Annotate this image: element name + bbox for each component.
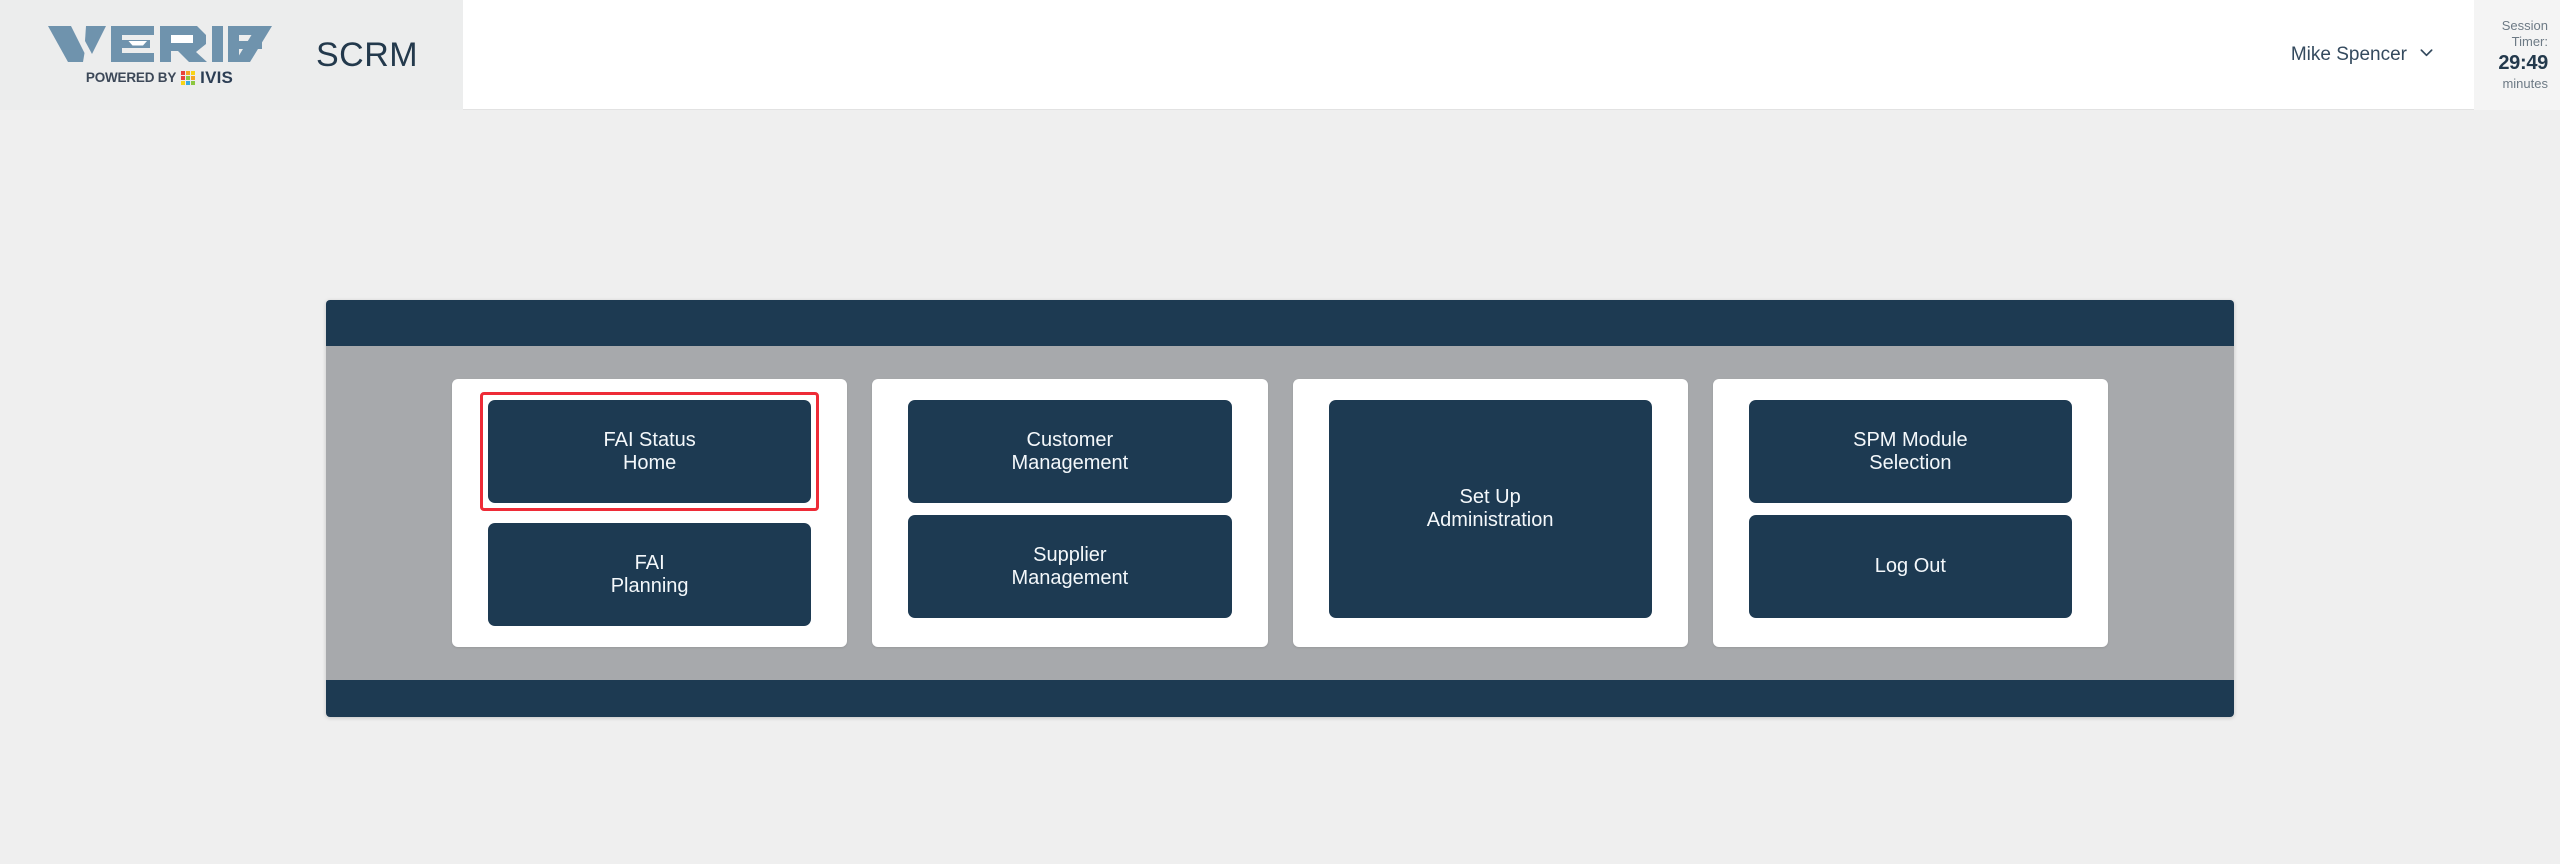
fai-planning-button[interactable]: FAI Planning bbox=[488, 523, 812, 626]
customer-management-button[interactable]: Customer Management bbox=[908, 400, 1232, 503]
verify-wordmark-icon bbox=[48, 25, 272, 62]
header-brand-area: POWERED BY IVIS SCRM bbox=[0, 0, 463, 110]
spm-module-selection-button-wrapper: SPM Module Selection bbox=[1748, 400, 2072, 503]
panel-bottom-bar bbox=[326, 680, 2234, 717]
session-timer-unit: minutes bbox=[2502, 76, 2548, 91]
set-up-administration-button-wrapper: Set Up Administration bbox=[1328, 400, 1652, 618]
set-up-administration-button[interactable]: Set Up Administration bbox=[1328, 400, 1652, 618]
spm-card: SPM Module Selection Log Out bbox=[1712, 379, 2108, 647]
powered-by-text: POWERED BY bbox=[85, 70, 177, 85]
header-spacer bbox=[463, 0, 2291, 109]
verify-logo: POWERED BY IVIS bbox=[47, 23, 272, 88]
customer-management-button-wrapper: Customer Management bbox=[908, 400, 1232, 503]
chevron-down-icon bbox=[2420, 49, 2433, 57]
cards-container: FAI Status Home FAI Planning Customer Mana… bbox=[326, 346, 2234, 680]
session-timer-label-line1: Session bbox=[2501, 18, 2548, 33]
ivis-grid-icon bbox=[181, 70, 196, 85]
fai-status-home-button-wrapper: FAI Status Home bbox=[480, 392, 820, 511]
panel-top-bar bbox=[326, 300, 2234, 346]
app-title: SCRM bbox=[316, 35, 419, 74]
user-name-label: Mike Spencer bbox=[2290, 43, 2407, 65]
log-out-button[interactable]: Log Out bbox=[1748, 515, 2072, 618]
ivis-brand-text: IVIS bbox=[200, 67, 234, 87]
session-timer: Session Timer: 29:49 minutes bbox=[2474, 0, 2560, 110]
logo-tagline: POWERED BY IVIS bbox=[86, 68, 233, 88]
fai-status-home-button[interactable]: FAI Status Home bbox=[488, 400, 812, 503]
log-out-button-wrapper: Log Out bbox=[1748, 515, 2072, 618]
fai-planning-button-wrapper: FAI Planning bbox=[488, 523, 812, 626]
user-menu[interactable]: Mike Spencer bbox=[2291, 44, 2434, 66]
administration-card: Set Up Administration bbox=[1292, 379, 1688, 647]
session-timer-value: 29:49 bbox=[2498, 52, 2548, 74]
app-header: POWERED BY IVIS SCRM Mike Spencer Sessio… bbox=[0, 0, 2560, 110]
fai-card: FAI Status Home FAI Planning bbox=[452, 379, 848, 647]
page-body: FAI Status Home FAI Planning Customer Mana… bbox=[0, 110, 2560, 864]
management-card: Customer Management Supplier Management bbox=[872, 379, 1268, 647]
session-timer-label-line2: Timer: bbox=[2511, 34, 2548, 49]
menu-panel: FAI Status Home FAI Planning Customer Mana… bbox=[326, 300, 2234, 717]
supplier-management-button-wrapper: Supplier Management bbox=[908, 515, 1232, 618]
supplier-management-button[interactable]: Supplier Management bbox=[908, 515, 1232, 618]
spm-module-selection-button[interactable]: SPM Module Selection bbox=[1748, 400, 2072, 503]
